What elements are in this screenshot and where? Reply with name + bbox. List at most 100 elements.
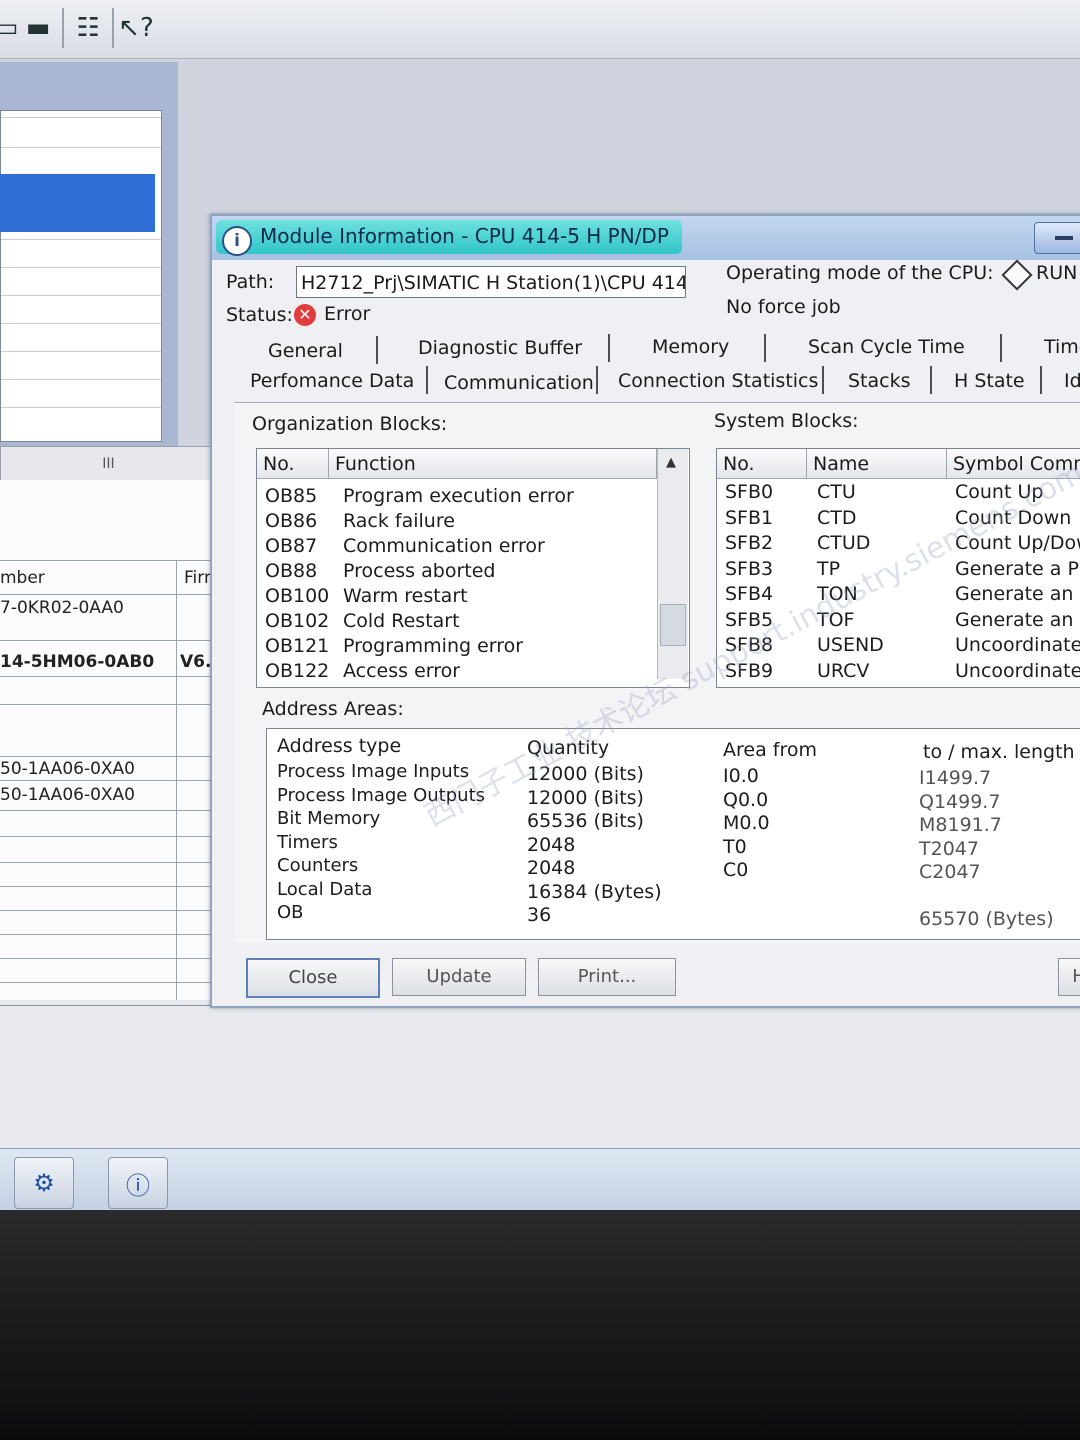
column-divider [176, 560, 177, 1020]
sfb-name: CTU [817, 481, 856, 503]
sfb-name: TP [817, 557, 841, 580]
address-area-from: M0.0 [723, 812, 770, 834]
tab-separator [596, 366, 598, 394]
tab-memory[interactable]: Memory [652, 336, 729, 358]
path-field[interactable]: H2712_Prj\SIMATIC H Station(1)\CPU 414-5 [296, 266, 686, 298]
help-icon[interactable]: ↖? [116, 8, 156, 48]
ob-function: Program execution error [343, 485, 574, 507]
column-header-quantity[interactable]: Quantity [527, 737, 609, 759]
ob-function: Process aborted [343, 560, 496, 582]
minimize-button[interactable] [1034, 222, 1080, 254]
sfb-name: CTD [817, 506, 857, 529]
ob-list-scrollbar[interactable]: ▲ [657, 449, 688, 679]
tab-performance-data[interactable]: Perfomance Data [250, 370, 414, 392]
background-list [0, 110, 162, 442]
system-blocks-list[interactable]: No. Name Symbol Comm SFB0 CTU Count Up SFB1… [716, 448, 1080, 688]
ob-number: OB88 [265, 560, 318, 582]
operating-mode-label: Operating mode of the CPU: [726, 262, 994, 284]
print-button[interactable]: Print... [538, 958, 676, 996]
tab-identification[interactable]: Id [1064, 370, 1080, 392]
status-label: Status: [226, 304, 293, 326]
toolbar-separator [62, 8, 64, 48]
sfb-symbol-comment: Uncoordinated [955, 659, 1080, 682]
address-quantity: 2048 [527, 833, 576, 856]
selected-list-row[interactable] [0, 174, 155, 232]
module-order-number[interactable]: 7-0KR02-0AA0 [0, 598, 124, 618]
sfb-number: SFB5 [725, 608, 774, 631]
scroll-up-icon[interactable]: ▲ [666, 455, 676, 470]
address-section-title: Address Areas: [262, 698, 404, 720]
status-value: Error [324, 303, 371, 325]
ob-number: OB121 [265, 635, 330, 657]
column-header-name[interactable]: Name [807, 449, 947, 479]
address-area-from: C0 [723, 859, 749, 881]
column-header-symbol-comment[interactable]: Symbol Comm [947, 449, 1080, 479]
minimize-icon [1055, 236, 1073, 240]
force-job-status: No force job [726, 296, 841, 318]
tab-separator [1040, 366, 1042, 394]
scroll-thumb[interactable] [660, 604, 686, 646]
window-icon[interactable]: ▬ [18, 8, 58, 48]
ob-function: Communication error [343, 535, 545, 557]
tab-separator [822, 366, 824, 394]
tab-stacks[interactable]: Stacks [848, 370, 911, 392]
address-type: Process Image Outputs [277, 784, 486, 806]
address-type: Counters [277, 855, 359, 876]
close-button[interactable]: Close [246, 958, 380, 998]
column-header-area-from[interactable]: Area from [723, 739, 817, 761]
sfb-symbol-comment: Count Up/Dow [955, 532, 1080, 554]
address-max-length: I1499.7 [919, 767, 992, 789]
sfb-symbol-comment: Count Down [955, 506, 1072, 529]
tab-general[interactable]: General [268, 340, 343, 362]
module-order-number[interactable]: 50-1AA06-0XA0 [0, 785, 135, 805]
column-header-address-type[interactable]: Address type [277, 735, 401, 757]
ob-function: Warm restart [343, 585, 468, 607]
sfb-symbol-comment: Generate an O [955, 583, 1080, 605]
organization-blocks-list[interactable]: No. Function ▲ OB85 Program execution err… [256, 448, 690, 688]
screen: ▭ ▬ ☷ ↖? III mber Firm 7-0KR02-0AA0 14-5… [0, 0, 1080, 1210]
column-header-no[interactable]: No. [257, 449, 329, 479]
network-icon[interactable]: ☷ [68, 8, 108, 48]
tab-scan-cycle-time[interactable]: Scan Cycle Time [808, 336, 965, 358]
address-max-length: Q1499.7 [919, 790, 1001, 813]
module-order-number[interactable]: 14-5HM06-0AB0 [0, 652, 154, 672]
dialog-titlebar[interactable]: i Module Information - CPU 414-5 H PN/DP [212, 216, 1080, 260]
horizontal-scrollbar[interactable]: III [0, 446, 217, 482]
address-max-length: T2047 [919, 837, 979, 860]
address-area-from: Q0.0 [723, 788, 769, 811]
ob-number: OB102 [265, 610, 330, 632]
tab-communication[interactable]: Communication [444, 372, 594, 394]
tab-connection-statistics[interactable]: Connection Statistics [618, 370, 818, 392]
sfb-number: SFB3 [725, 557, 774, 580]
sfb-number: SFB4 [725, 583, 774, 605]
ob-number: OB100 [265, 585, 330, 607]
hw-config-app-icon[interactable]: ⚙ [14, 1157, 74, 1209]
tab-separator [376, 336, 378, 364]
ob-section-title: Organization Blocks: [252, 413, 448, 435]
monitor-bezel [0, 1210, 1080, 1440]
update-button[interactable]: Update [392, 958, 526, 996]
help-button[interactable]: H [1058, 958, 1080, 996]
module-order-number[interactable]: 50-1AA06-0XA0 [0, 759, 135, 779]
address-areas-list[interactable]: Address type Quantity Area from to / max… [266, 728, 1080, 940]
ob-function: Cold Restart [343, 610, 460, 632]
ob-number: OB87 [265, 535, 318, 557]
address-max-length: C2047 [919, 861, 981, 883]
tab-diagnostic-buffer[interactable]: Diagnostic Buffer [418, 337, 582, 359]
sfb-name: URCV [817, 659, 870, 682]
tab-time[interactable]: Time [1044, 336, 1080, 358]
column-header-order-number: mber [0, 568, 45, 588]
column-header-function[interactable]: Function [329, 449, 657, 479]
sfb-symbol-comment: Generate an Of [955, 608, 1080, 631]
address-type: OB [277, 902, 304, 923]
sfb-symbol-comment: Generate a Pu [955, 557, 1080, 580]
sfb-number: SFB2 [725, 532, 774, 554]
tab-h-state[interactable]: H State [954, 370, 1025, 392]
ob-number: OB122 [265, 660, 330, 682]
column-header-no[interactable]: No. [717, 449, 807, 479]
address-quantity: 65536 (Bits) [527, 810, 644, 832]
column-header-max-length[interactable]: to / max. length [923, 741, 1075, 763]
background-module-table [0, 480, 235, 1020]
address-max-length: 65570 (Bytes) [919, 908, 1054, 930]
module-info-app-icon[interactable]: ⓘ [108, 1157, 168, 1209]
